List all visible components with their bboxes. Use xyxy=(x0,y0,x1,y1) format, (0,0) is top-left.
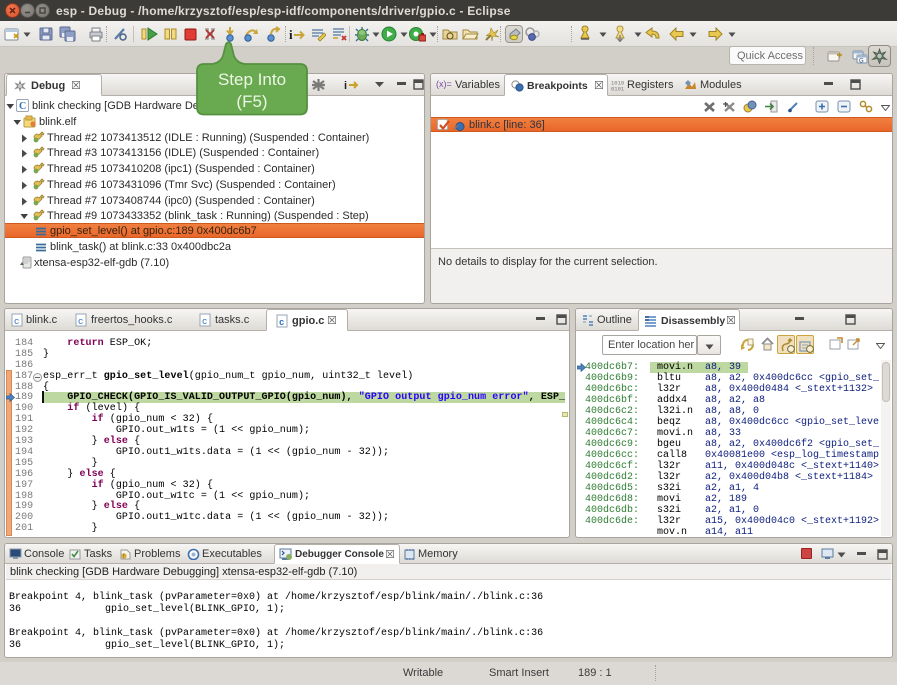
svg-text:c: c xyxy=(202,317,207,327)
svg-text:0101: 0101 xyxy=(611,86,624,92)
svg-text:G: G xyxy=(859,59,864,65)
svg-text:c: c xyxy=(279,318,284,328)
svg-text:C: C xyxy=(19,101,26,112)
svg-text:c: c xyxy=(78,317,83,327)
svg-text:c: c xyxy=(14,317,19,327)
svg-text:i: i xyxy=(344,80,347,92)
